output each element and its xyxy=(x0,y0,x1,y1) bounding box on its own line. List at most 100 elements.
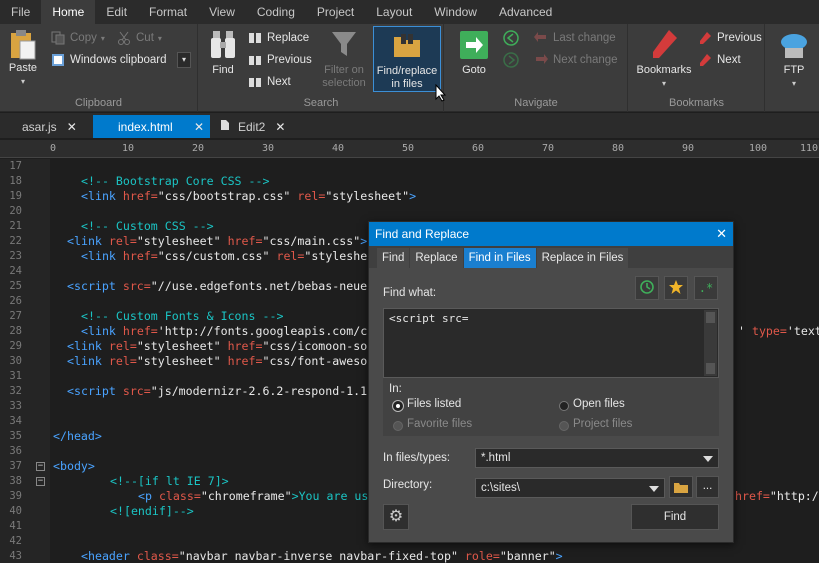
tab-replace[interactable]: Replace xyxy=(410,248,463,268)
find-next-button[interactable]: Next xyxy=(247,72,291,92)
menu-format[interactable]: Format xyxy=(138,0,198,24)
directory-select[interactable]: c:\sites\ xyxy=(475,478,665,498)
code-comment: <!--[if lt IE 7]> xyxy=(110,474,229,488)
find-button[interactable]: Find xyxy=(205,28,241,77)
ftp-button[interactable]: FTP ▾ xyxy=(776,28,812,90)
menu-project[interactable]: Project xyxy=(306,0,365,24)
favorite-files-radio[interactable] xyxy=(393,421,403,431)
chevron-down-icon: ▾ xyxy=(661,79,666,88)
paste-button[interactable]: Paste ▾ xyxy=(4,28,42,88)
code-string: "stylesheet" xyxy=(136,234,228,248)
files-types-select[interactable]: *.html xyxy=(475,448,719,468)
find-replace-in-files-label-1: Find/replace xyxy=(376,65,438,77)
menu-home[interactable]: Home xyxy=(41,0,96,24)
next-change-button[interactable]: Next change xyxy=(533,50,618,70)
browse-button[interactable]: ... xyxy=(696,476,719,498)
find-replace-in-files-button[interactable]: Find/replace in files xyxy=(373,26,441,92)
history-icon xyxy=(639,279,655,298)
line-number: 25 xyxy=(9,280,22,292)
last-change-arrow-icon xyxy=(533,30,549,46)
scroll-up-icon[interactable] xyxy=(706,312,715,323)
windows-clipboard-button[interactable]: Windows clipboard xyxy=(50,50,167,70)
line-number: 30 xyxy=(9,355,22,367)
goto-label: Goto xyxy=(462,64,486,76)
code-tag: <link xyxy=(67,339,109,353)
code-attr: href= xyxy=(122,249,158,263)
files-listed-label: Files listed xyxy=(407,398,462,410)
bookmarks-button[interactable]: Bookmarks ▾ xyxy=(633,28,695,90)
code-string: "js/modernizr-2.6.2-respond-1.1 xyxy=(150,384,368,398)
bookmark-next-button[interactable]: Next xyxy=(697,50,741,70)
line-number: 24 xyxy=(9,265,22,277)
scroll-down-icon[interactable] xyxy=(706,363,715,374)
dialog-title-bar[interactable]: Find and Replace ✕ xyxy=(369,222,733,246)
find-what-scrollbar[interactable] xyxy=(704,310,717,376)
project-files-radio[interactable] xyxy=(559,421,569,431)
menu-advanced[interactable]: Advanced xyxy=(488,0,563,24)
close-icon[interactable]: ✕ xyxy=(194,120,204,134)
ruler-mark: 50 xyxy=(402,143,415,154)
menu-coding[interactable]: Coding xyxy=(246,0,306,24)
code-attr: type= xyxy=(751,324,787,338)
code-attr: href= xyxy=(227,354,263,368)
filter-label-1: Filter on xyxy=(324,64,364,76)
find-previous-label: Previous xyxy=(267,54,312,66)
code-tag: <header xyxy=(81,549,137,563)
tab-index-html[interactable]: index.html ✕ xyxy=(93,115,210,138)
copy-button[interactable]: Copy ▾ xyxy=(50,28,105,48)
cut-button[interactable]: Cut ▾ xyxy=(116,28,162,48)
tab-find-in-files[interactable]: Find in Files xyxy=(463,248,536,268)
close-icon[interactable]: ✕ xyxy=(67,120,77,134)
line-number: 41 xyxy=(9,520,22,532)
settings-button[interactable]: ⚙ xyxy=(383,504,409,530)
close-icon[interactable]: ✕ xyxy=(716,222,727,246)
tab-label: asar.js xyxy=(22,119,57,134)
find-previous-button[interactable]: Previous xyxy=(247,50,312,70)
chevron-down-icon xyxy=(703,456,713,462)
line-number: 36 xyxy=(9,445,22,457)
menu-view[interactable]: View xyxy=(198,0,246,24)
goto-button[interactable]: Goto xyxy=(451,28,497,77)
fold-toggle-icon[interactable]: − xyxy=(36,477,45,486)
line-number: 23 xyxy=(9,250,22,262)
filter-selection-button[interactable]: Filter on selection xyxy=(317,28,371,90)
bookmark-previous-button[interactable]: Previous xyxy=(697,28,762,48)
ruler-mark: 110 xyxy=(800,143,819,154)
cloud-icon xyxy=(779,28,809,62)
menu-layout[interactable]: Layout xyxy=(365,0,423,24)
code-tag: <script xyxy=(67,279,123,293)
last-change-button[interactable]: Last change xyxy=(533,28,616,48)
line-number: 17 xyxy=(9,160,22,172)
open-files-radio[interactable] xyxy=(559,401,569,411)
menu-edit[interactable]: Edit xyxy=(95,0,138,24)
code-tag: <link xyxy=(81,249,123,263)
find-next-label: Next xyxy=(267,76,291,88)
favorites-button[interactable] xyxy=(664,276,688,300)
tab-edit2[interactable]: Edit2 ✕ xyxy=(212,115,293,138)
browse-folder-button[interactable] xyxy=(669,476,693,498)
close-icon[interactable]: ✕ xyxy=(275,120,285,134)
fold-toggle-icon[interactable]: − xyxy=(36,462,45,471)
navigate-group-label: Navigate xyxy=(514,97,558,109)
regex-button[interactable]: .* xyxy=(694,276,718,300)
navigate-group: Goto Last change Next change Navigate xyxy=(445,24,628,112)
code-string: "css/main.css" xyxy=(262,234,361,248)
back-circle-icon[interactable] xyxy=(503,30,519,49)
tab-find[interactable]: Find xyxy=(377,248,410,268)
menu-file[interactable]: File xyxy=(0,0,41,24)
document-tabs: asar.js ✕ index.html ✕ Edit2 ✕ xyxy=(0,113,819,138)
ruler: 0 10 20 30 40 50 60 70 80 90 100 110 xyxy=(0,140,819,158)
line-number: 28 xyxy=(9,325,22,337)
find-what-input[interactable]: <script src= xyxy=(383,308,719,378)
clipboard-dropdown[interactable]: ▾ xyxy=(177,52,191,68)
files-listed-radio[interactable] xyxy=(393,401,403,411)
tab-asar-js[interactable]: asar.js ✕ xyxy=(14,115,85,138)
find-in-files-button[interactable]: Find xyxy=(631,504,719,530)
code-string: "css/bootstrap.css" xyxy=(157,189,298,203)
menu-window[interactable]: Window xyxy=(423,0,488,24)
replace-button[interactable]: Replace xyxy=(247,28,309,48)
line-number: 32 xyxy=(9,385,22,397)
forward-circle-icon[interactable] xyxy=(503,52,519,71)
history-button[interactable] xyxy=(635,276,659,300)
tab-replace-in-files[interactable]: Replace in Files xyxy=(536,248,629,268)
